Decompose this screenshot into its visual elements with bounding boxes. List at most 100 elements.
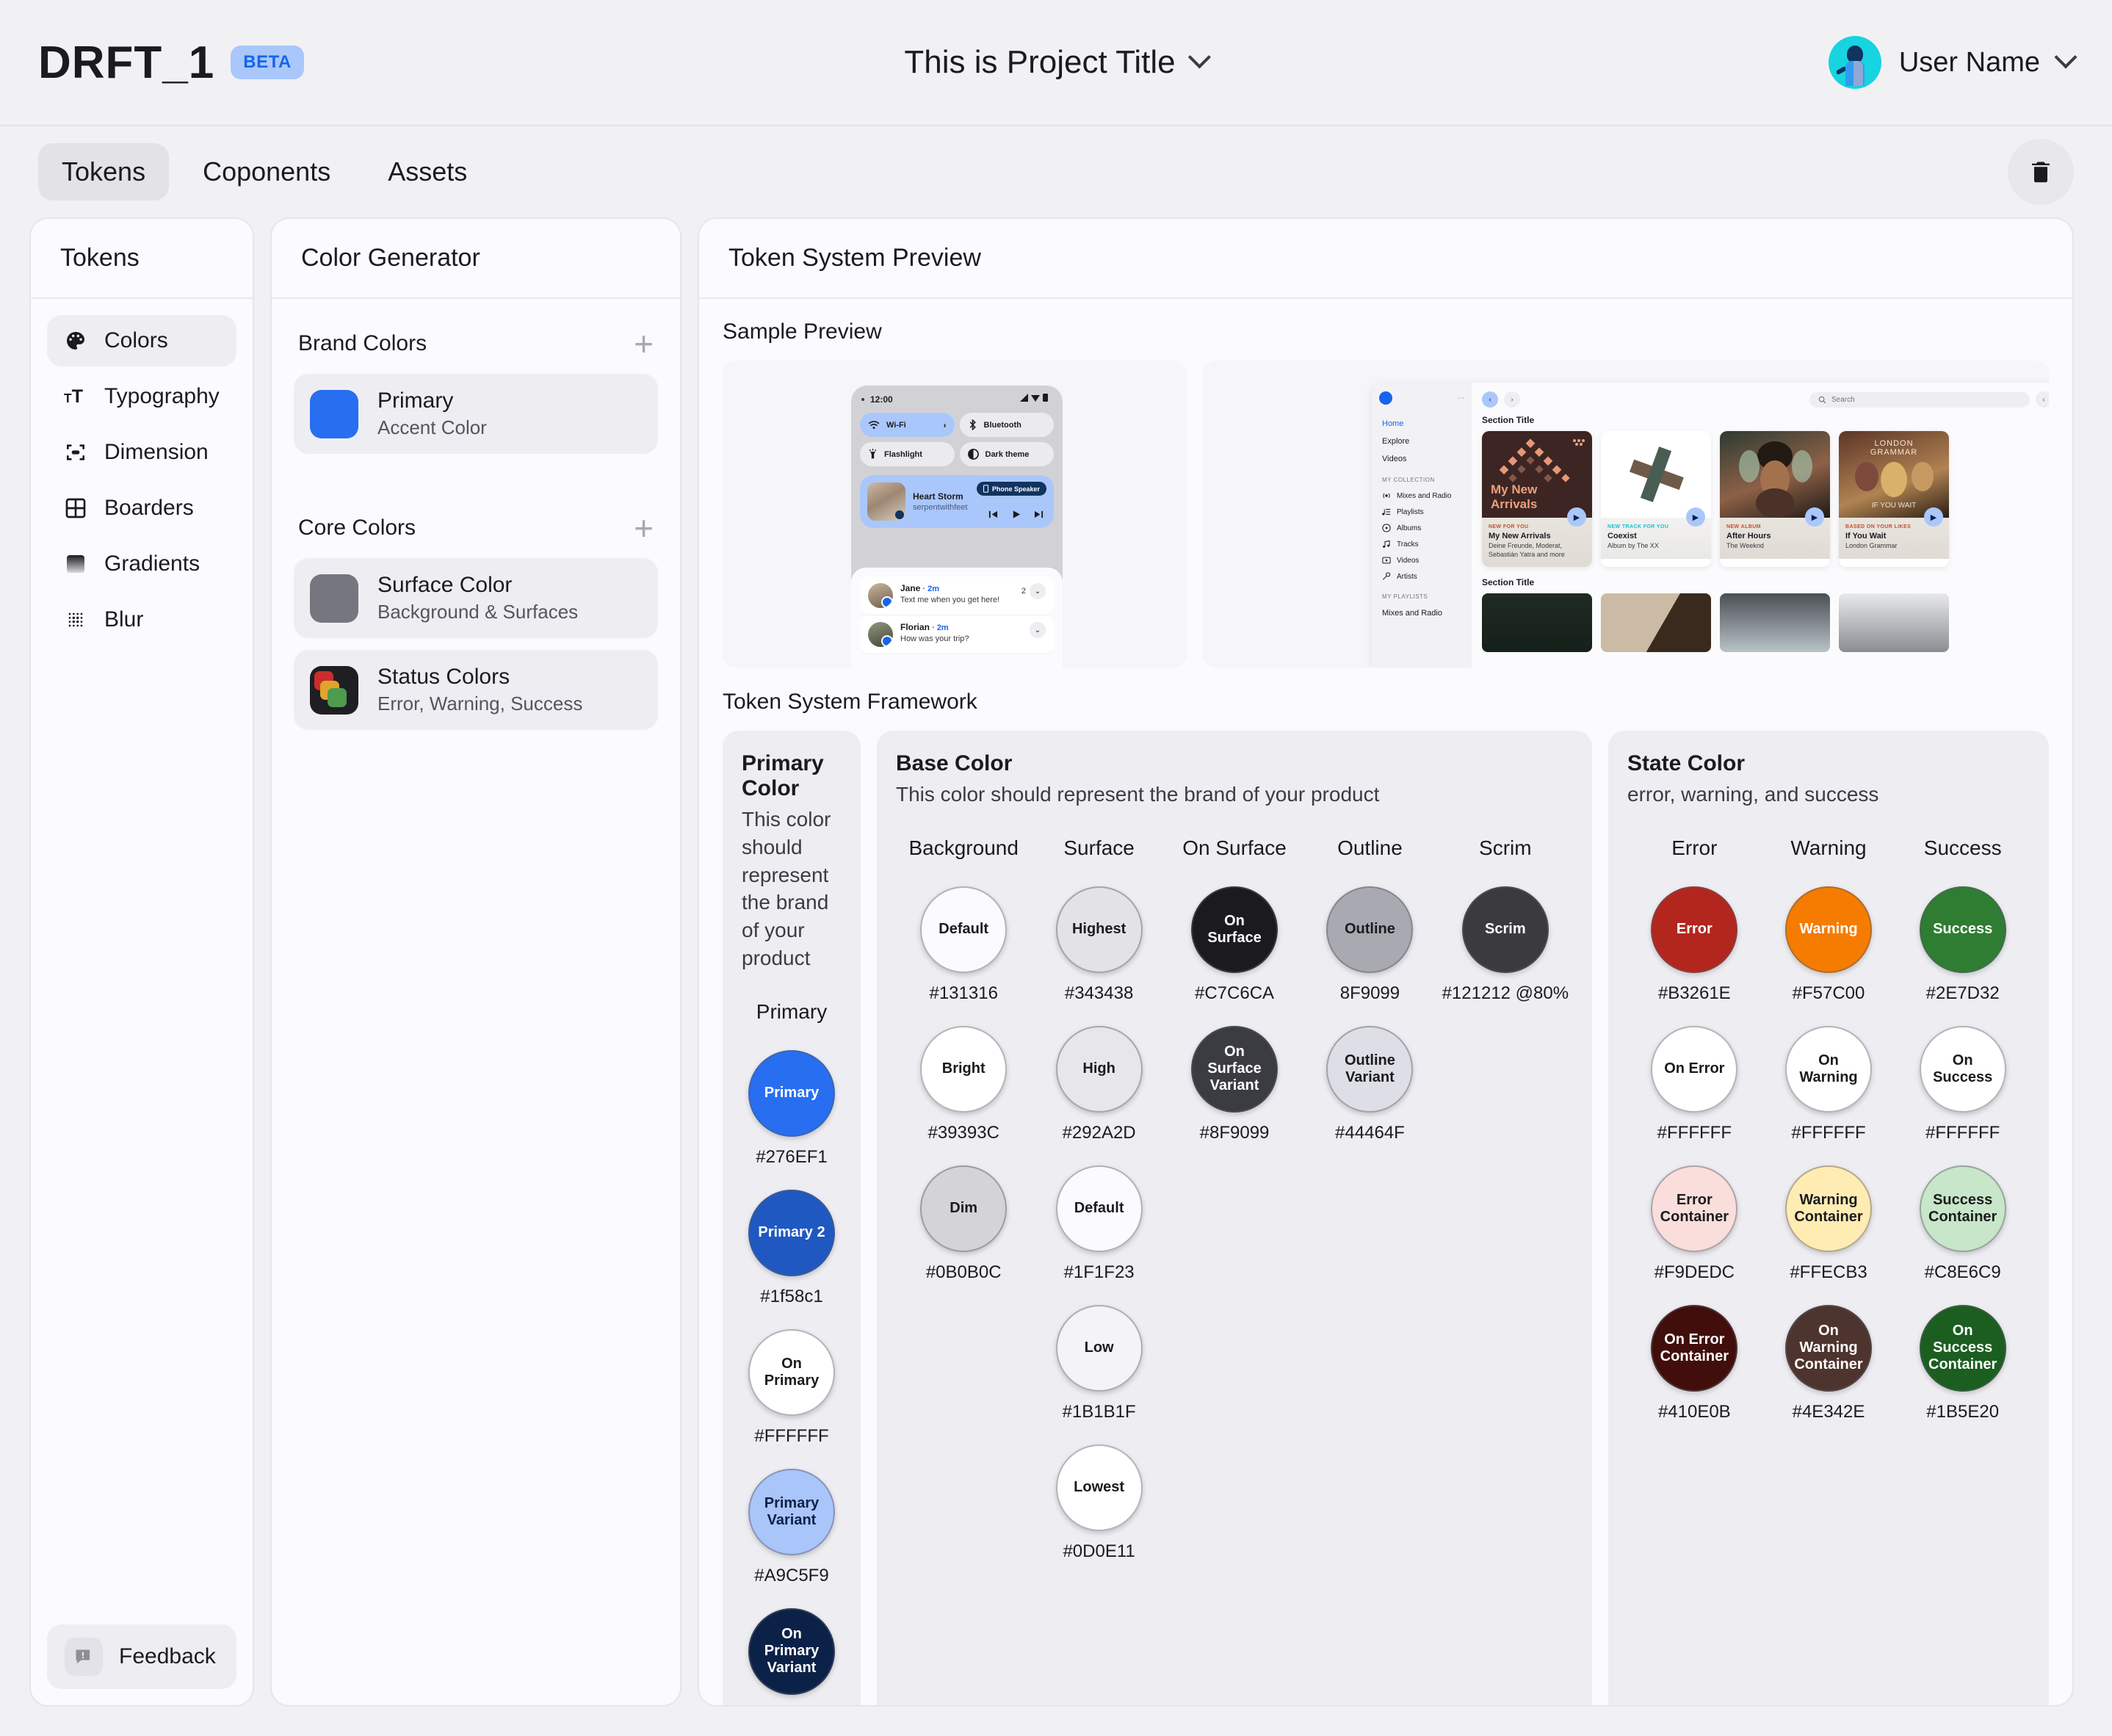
token-swatch[interactable]: Primary 2 #1f58c1	[748, 1189, 835, 1307]
sidebar-item-typography[interactable]: TT Typography	[47, 371, 236, 422]
token-swatch[interactable]: On Surface #C7C6CA	[1191, 886, 1279, 1004]
token-swatch[interactable]: On Error Container #410E0B	[1651, 1304, 1738, 1422]
sidebar-item-blur[interactable]: Blur	[47, 594, 236, 645]
play-button[interactable]: ▶	[1924, 507, 1943, 527]
delete-button[interactable]	[2008, 139, 2074, 205]
tab-assets[interactable]: Assets	[364, 143, 491, 200]
token-swatch[interactable]: Warning #F57C00	[1785, 886, 1872, 1004]
token-swatch[interactable]: Error #B3261E	[1651, 886, 1738, 1004]
token-swatch[interactable]: Outline Variant #44464F	[1326, 1025, 1414, 1143]
token-swatch[interactable]: On Success Container #1B5E20	[1919, 1304, 2006, 1422]
column-header: Success	[1923, 836, 2002, 859]
token-swatch[interactable]: On Surface Variant #8F9099	[1191, 1025, 1279, 1143]
play-button[interactable]: ▶	[1686, 507, 1705, 527]
sidebar-item-label: Colors	[104, 328, 168, 352]
token-swatch[interactable]: On Primary #FFFFFF	[748, 1328, 835, 1447]
column-header: Warning	[1790, 836, 1867, 859]
add-brand-color-button[interactable]: +	[634, 327, 654, 361]
tile-flashlight[interactable]: Flashlight	[860, 442, 955, 466]
search-input[interactable]: Search	[1809, 391, 2030, 408]
token-swatch[interactable]: Primary Variant #A9C5F9	[748, 1468, 835, 1586]
token-swatch[interactable]: Bright #39393C	[920, 1025, 1008, 1143]
token-swatch[interactable]: High #292A2D	[1055, 1025, 1143, 1143]
user-menu[interactable]: User Name	[1828, 36, 2077, 89]
album-cover[interactable]	[1720, 593, 1830, 653]
collection-tracks[interactable]: Tracks	[1379, 536, 1464, 552]
core-color-surface-row[interactable]: Surface Color Background & Surfaces	[294, 558, 658, 638]
avatar	[868, 583, 893, 608]
token-swatch[interactable]: Success Container #C8E6C9	[1919, 1165, 2006, 1283]
nav-videos[interactable]: Videos	[1379, 450, 1464, 468]
project-title-selector[interactable]: This is Project Title	[904, 44, 1212, 81]
back-button[interactable]: ‹	[1482, 391, 1498, 408]
expand-icon[interactable]: ⌄	[1030, 622, 1046, 638]
play-icon[interactable]	[1011, 510, 1021, 519]
token-swatch[interactable]: Warning Container #FFECB3	[1785, 1165, 1872, 1283]
token-swatch[interactable]: Default #1F1F23	[1055, 1165, 1143, 1283]
token-hex: #2E7D32	[1925, 983, 2000, 1003]
token-swatch[interactable]: On Success #FFFFFF	[1919, 1025, 2006, 1143]
token-swatch[interactable]: Outline 8F9099	[1326, 886, 1414, 1004]
play-button[interactable]: ▶	[1805, 507, 1824, 527]
token-swatch[interactable]: Scrim #121212 @80%	[1442, 886, 1569, 1004]
feedback-button[interactable]: Feedback	[47, 1624, 236, 1689]
token-swatch[interactable]: Error Container #F9DEDC	[1651, 1165, 1738, 1283]
album-card[interactable]: LONDON GRAMMAR IF YOU WAIT ▶ BASED ON YO…	[1839, 431, 1949, 568]
tile-dark-theme[interactable]: Dark theme	[959, 442, 1054, 466]
phone-media-player[interactable]: Heart Storm serpentwithfeet Phone Speake…	[860, 475, 1054, 528]
collapse-button[interactable]: ‹	[2036, 391, 2049, 408]
previous-icon[interactable]	[988, 510, 998, 519]
expand-icon[interactable]: ⌄	[1030, 583, 1046, 599]
tile-bluetooth[interactable]: Bluetooth	[959, 413, 1054, 437]
token-swatch[interactable]: Highest #343438	[1055, 886, 1143, 1004]
notif-message: How was your trip?	[900, 634, 969, 643]
token-swatch[interactable]: Success #2E7D32	[1919, 886, 2006, 1004]
play-button[interactable]: ▶	[1567, 507, 1586, 527]
tab-tokens[interactable]: Tokens	[38, 143, 170, 200]
next-icon[interactable]	[1034, 510, 1044, 519]
token-swatch[interactable]: Lowest #0D0E11	[1055, 1444, 1143, 1562]
collection-albums[interactable]: Albums	[1379, 520, 1464, 536]
collection-artists[interactable]: Artists	[1379, 568, 1464, 585]
token-swatch[interactable]: On Primary Variant #0C2148	[748, 1607, 835, 1705]
color-generator-panel: Color Generator Brand Colors + Primary A…	[270, 217, 681, 1707]
nav-explore[interactable]: Explore	[1379, 433, 1464, 450]
forward-button[interactable]: ›	[1504, 391, 1520, 408]
collection-playlists[interactable]: Playlists	[1379, 504, 1464, 520]
chevron-down-icon	[2054, 46, 2077, 69]
token-swatch[interactable]: On Warning Container #4E342E	[1785, 1304, 1872, 1422]
nav-home[interactable]: Home	[1379, 415, 1464, 433]
token-swatch[interactable]: On Warning #FFFFFF	[1785, 1025, 1872, 1143]
core-color-status-row[interactable]: Status Colors Error, Warning, Success	[294, 650, 658, 730]
section-desc: This color should represent the brand of…	[896, 783, 1380, 806]
add-core-color-button[interactable]: +	[634, 511, 654, 545]
token-swatch[interactable]: Default #131316	[920, 886, 1008, 1004]
tile-wifi[interactable]: Wi-Fi ›	[860, 413, 955, 437]
token-swatch[interactable]: Dim #0B0B0C	[920, 1165, 1008, 1283]
brand-color-primary-row[interactable]: Primary Accent Color	[294, 374, 658, 454]
album-cover[interactable]	[1601, 593, 1711, 653]
collection-videos[interactable]: Videos	[1379, 552, 1464, 568]
tab-coponents[interactable]: Coponents	[179, 143, 354, 200]
token-swatch[interactable]: Primary #276EF1	[748, 1049, 835, 1168]
playlist-mixes-and-radio[interactable]: Mixes and Radio	[1379, 604, 1464, 622]
token-swatch[interactable]: Low #1B1B1F	[1055, 1304, 1143, 1422]
token-swatch[interactable]: On Error #FFFFFF	[1651, 1025, 1738, 1143]
album-card[interactable]: ▶ NEW TRACK FOR YOU Coexist Album by The…	[1601, 431, 1711, 568]
sidebar-item-gradients[interactable]: Gradients	[47, 538, 236, 590]
more-icon[interactable]: ⋯	[1457, 394, 1464, 402]
swatch-subtitle: Error, Warning, Success	[377, 692, 583, 715]
output-device-chip[interactable]: Phone Speaker	[976, 482, 1046, 496]
playlist-icon	[1382, 509, 1391, 516]
sidebar-item-dimension[interactable]: Dimension	[47, 427, 236, 478]
sidebar-item-colors[interactable]: Colors	[47, 315, 236, 366]
album-cover: ▶	[1720, 431, 1830, 527]
notification-row[interactable]: Jane · 2m Text me when you get here! 2 ⌄	[860, 576, 1054, 615]
collection-mixes[interactable]: Mixes and Radio	[1379, 488, 1464, 504]
album-cover[interactable]	[1482, 593, 1592, 653]
album-card[interactable]: My New Arrivals ▶ NEW FOR YOU My New Arr…	[1482, 431, 1592, 568]
notification-row[interactable]: Florian · 2m How was your trip? ⌄	[860, 615, 1054, 654]
sidebar-item-boarders[interactable]: Boarders	[47, 482, 236, 534]
album-card[interactable]: ▶ NEW ALBUM After Hours The Weeknd	[1720, 431, 1830, 568]
album-cover[interactable]	[1839, 593, 1949, 653]
